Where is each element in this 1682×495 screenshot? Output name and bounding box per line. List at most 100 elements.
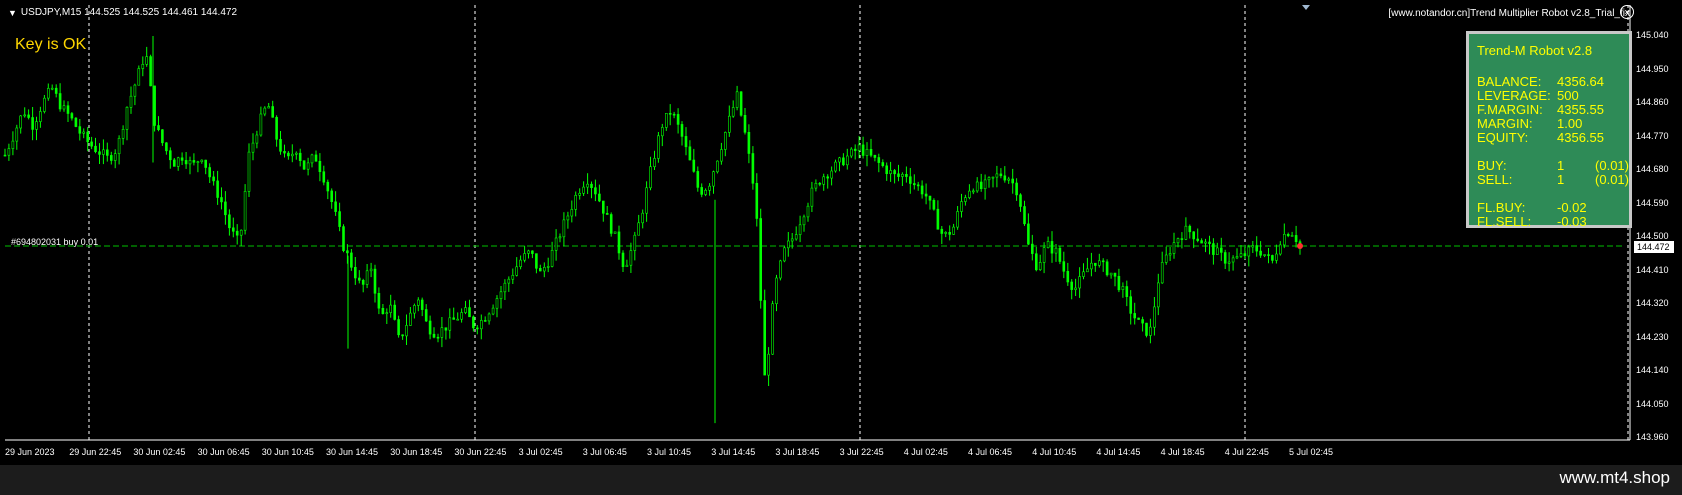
candle bbox=[401, 334, 404, 340]
candle bbox=[271, 100, 275, 118]
order-label[interactable]: #694802031 buy 0.01 bbox=[11, 237, 98, 247]
candle bbox=[389, 294, 393, 318]
candle bbox=[845, 148, 849, 170]
candle bbox=[1180, 232, 1184, 249]
candle bbox=[184, 152, 188, 169]
candle bbox=[110, 151, 113, 165]
candle bbox=[377, 287, 381, 315]
candle bbox=[625, 259, 629, 268]
candle bbox=[3, 148, 7, 157]
candle bbox=[39, 106, 42, 128]
candle bbox=[499, 286, 503, 309]
time-tick-label: 3 Jul 18:45 bbox=[775, 447, 820, 457]
candle bbox=[1208, 235, 1211, 255]
candle bbox=[570, 200, 574, 223]
candle bbox=[822, 173, 826, 191]
time-tick-label: 4 Jul 10:45 bbox=[1032, 447, 1077, 457]
candle bbox=[550, 241, 554, 268]
time-tick-label: 3 Jul 22:45 bbox=[839, 447, 884, 457]
candle bbox=[255, 130, 259, 149]
candle bbox=[275, 115, 278, 147]
candle bbox=[519, 255, 522, 270]
price-tick-label: 144.680 bbox=[1636, 164, 1669, 174]
candle bbox=[228, 209, 231, 236]
candle bbox=[716, 160, 719, 174]
candle bbox=[1239, 245, 1243, 258]
candle bbox=[1038, 254, 1042, 271]
candle bbox=[468, 299, 471, 318]
candle bbox=[680, 121, 684, 146]
price-tick-label: 144.500 bbox=[1636, 231, 1669, 241]
candle bbox=[767, 347, 770, 386]
candle bbox=[298, 148, 302, 167]
chart-window[interactable]: ▼ USDJPY,M15 144.525 144.525 144.461 144… bbox=[0, 0, 1682, 465]
candle bbox=[19, 115, 23, 134]
candle bbox=[405, 314, 408, 345]
candle bbox=[188, 156, 192, 175]
candle bbox=[535, 253, 538, 274]
candle bbox=[735, 85, 739, 111]
candle bbox=[137, 65, 141, 86]
candle bbox=[1125, 280, 1129, 307]
price-tick-label: 144.140 bbox=[1636, 365, 1669, 375]
time-tick-label: 4 Jul 02:45 bbox=[903, 447, 948, 457]
candle bbox=[393, 300, 397, 321]
candle bbox=[1251, 241, 1255, 253]
candle bbox=[523, 245, 526, 263]
panel-row-buy: BUY: 1 (0.01) bbox=[1477, 158, 1629, 173]
price-chart[interactable] bbox=[0, 0, 1682, 465]
candle bbox=[641, 209, 645, 229]
candle bbox=[306, 157, 310, 176]
candle bbox=[932, 198, 936, 211]
candle bbox=[487, 312, 491, 325]
shift-marker-icon[interactable] bbox=[1302, 5, 1310, 10]
candle bbox=[452, 307, 456, 320]
candle bbox=[1259, 241, 1262, 258]
candle bbox=[975, 177, 979, 193]
candle bbox=[204, 159, 207, 175]
candle bbox=[1227, 252, 1231, 272]
candle bbox=[1223, 249, 1227, 269]
candle bbox=[983, 174, 987, 200]
candle bbox=[94, 137, 97, 154]
candle bbox=[70, 112, 74, 121]
candle bbox=[129, 86, 133, 114]
candle bbox=[1290, 231, 1294, 237]
candle bbox=[145, 46, 148, 67]
close-icon[interactable]: × bbox=[1620, 5, 1634, 19]
candle bbox=[601, 200, 605, 222]
candle bbox=[660, 123, 664, 147]
candle bbox=[1283, 223, 1286, 249]
candle bbox=[621, 250, 625, 272]
candle bbox=[968, 184, 971, 200]
candle bbox=[586, 173, 589, 194]
candle bbox=[385, 308, 389, 324]
candle bbox=[1105, 259, 1109, 277]
candle bbox=[82, 128, 85, 139]
dropdown-triangle-icon[interactable]: ▼ bbox=[8, 8, 17, 18]
price-tick-label: 144.410 bbox=[1636, 264, 1669, 275]
panel-row-value: 1 bbox=[1557, 172, 1565, 187]
candle bbox=[853, 144, 857, 160]
candle bbox=[338, 202, 341, 232]
candle bbox=[165, 142, 168, 155]
candle bbox=[121, 125, 125, 145]
candle bbox=[1019, 193, 1022, 212]
candles bbox=[3, 36, 1302, 424]
time-tick-label: 30 Jun 06:45 bbox=[197, 447, 250, 457]
candle bbox=[1275, 244, 1278, 264]
candle bbox=[416, 297, 420, 312]
candle bbox=[46, 83, 50, 101]
panel-row-key: SELL: bbox=[1477, 172, 1513, 187]
panel-row-key: EQUITY: bbox=[1477, 130, 1529, 145]
candle bbox=[779, 259, 782, 281]
panel-row-flsell: FL.SELL: -0.03 bbox=[1477, 214, 1627, 229]
candle bbox=[657, 132, 660, 163]
time-tick-label: 3 Jul 06:45 bbox=[582, 447, 627, 457]
panel-row-flbuy: FL.BUY: -0.02 bbox=[1477, 200, 1627, 215]
candle bbox=[940, 226, 944, 245]
panel-row-value: -0.03 bbox=[1557, 214, 1587, 229]
time-tick-label: 30 Jun 22:45 bbox=[454, 447, 507, 457]
candle bbox=[357, 270, 361, 284]
candle bbox=[1247, 244, 1251, 267]
